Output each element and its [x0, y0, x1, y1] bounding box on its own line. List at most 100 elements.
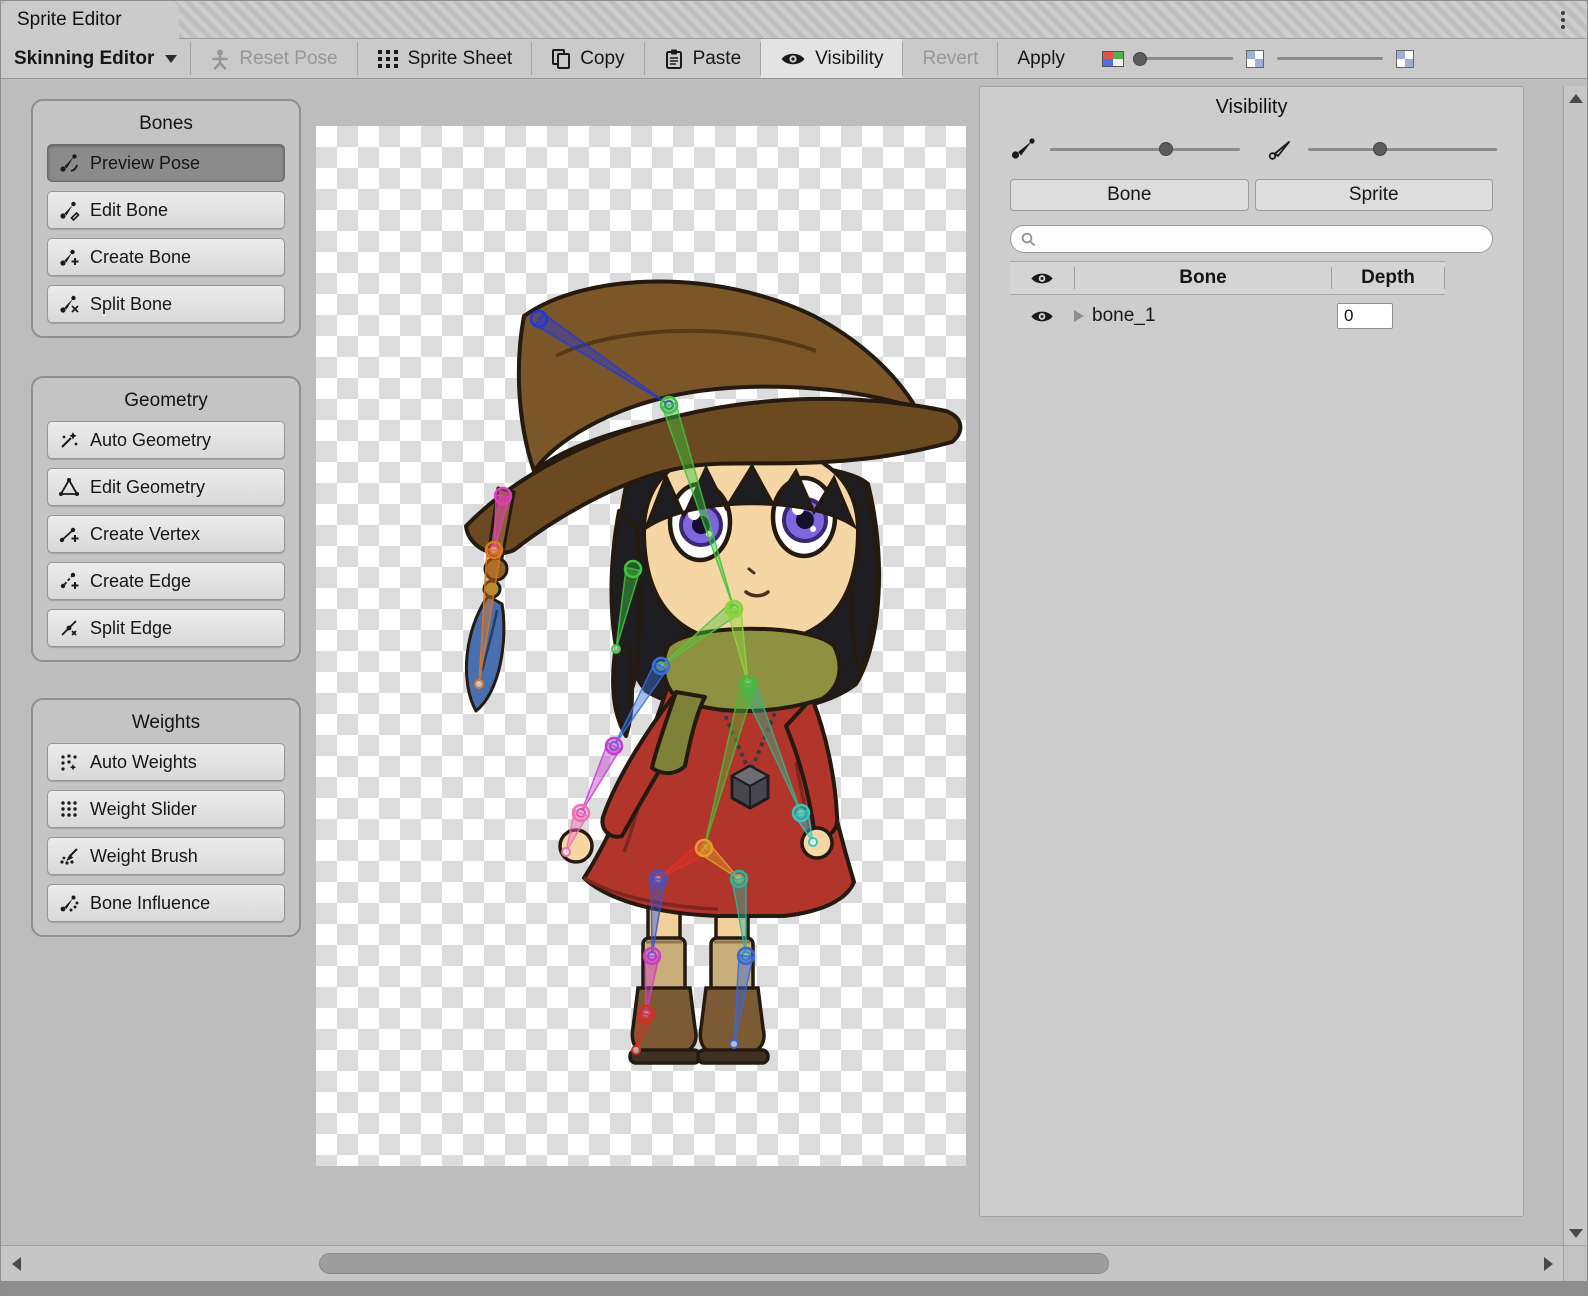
visibility-panel: Visibility Bone Sprite Bone	[979, 86, 1524, 1217]
weight-slider-label: Weight Slider	[90, 799, 197, 820]
alpha-checker-icon	[1246, 50, 1264, 68]
sprite-opacity-control	[1268, 137, 1498, 161]
bone-column-header: Bone	[1075, 267, 1331, 289]
apply-button[interactable]: Apply	[998, 39, 1084, 78]
auto-geometry-icon	[58, 429, 80, 451]
tab-sprite-editor[interactable]: Sprite Editor	[1, 1, 179, 39]
bone-name-label[interactable]: bone_1	[1092, 305, 1155, 327]
mesh-opacity-slider[interactable]	[1277, 57, 1383, 60]
apply-label: Apply	[1017, 48, 1065, 70]
depth-input[interactable]	[1337, 303, 1393, 329]
arrow-left-icon	[12, 1257, 21, 1271]
create-bone-button[interactable]: Create Bone	[47, 238, 285, 276]
sprite-opacity-slider[interactable]	[1308, 148, 1498, 151]
preview-pose-label: Preview Pose	[90, 153, 200, 174]
bone-opacity-slider-handle[interactable]	[1159, 142, 1173, 156]
edit-geometry-label: Edit Geometry	[90, 477, 205, 498]
search-input[interactable]	[1043, 230, 1482, 248]
sprite-sheet-button[interactable]: Sprite Sheet	[358, 39, 532, 78]
tab-bone-label: Bone	[1107, 184, 1151, 206]
bone-influence-icon	[58, 892, 80, 914]
geometry-panel-title: Geometry	[47, 390, 285, 412]
tab-bone[interactable]: Bone	[1010, 179, 1249, 211]
weight-brush-icon	[58, 845, 80, 867]
visibility-toggle-button[interactable]: Visibility	[761, 39, 902, 78]
search-box	[1010, 225, 1493, 253]
sprite-sheet-label: Sprite Sheet	[408, 48, 513, 70]
column-divider	[1444, 267, 1445, 289]
arrow-right-icon	[1544, 1257, 1553, 1271]
color-swatch-icon[interactable]	[1102, 51, 1124, 67]
split-edge-label: Split Edge	[90, 618, 172, 639]
copy-button[interactable]: Copy	[532, 39, 643, 78]
split-bone-button[interactable]: Split Bone	[47, 285, 285, 323]
create-vertex-label: Create Vertex	[90, 524, 200, 545]
edit-bone-button[interactable]: Edit Bone	[47, 191, 285, 229]
search-icon	[1021, 232, 1036, 247]
arrow-up-icon	[1569, 94, 1583, 103]
eye-icon[interactable]	[1030, 309, 1054, 324]
toolbar-display-controls	[1088, 39, 1428, 78]
tint-opacity-slider-handle[interactable]	[1133, 52, 1147, 66]
expander-arrow-icon[interactable]	[1074, 310, 1084, 322]
copy-icon	[551, 48, 571, 70]
row-depth-cell	[1333, 303, 1445, 329]
weight-slider-button[interactable]: Weight Slider	[47, 790, 285, 828]
skinning-editor-dropdown[interactable]: Skinning Editor	[1, 39, 190, 78]
alpha-checker-icon	[1396, 50, 1414, 68]
create-vertex-button[interactable]: Create Vertex	[47, 515, 285, 553]
skinning-editor-label: Skinning Editor	[14, 48, 154, 70]
toolbar: Skinning Editor Reset Pose Sprite Sheet …	[1, 39, 1587, 79]
reset-pose-label: Reset Pose	[239, 48, 337, 70]
revert-button[interactable]: Revert	[903, 39, 997, 78]
create-bone-label: Create Bone	[90, 247, 191, 268]
bone-table-header: Bone Depth	[1010, 261, 1445, 295]
paste-button[interactable]: Paste	[645, 39, 761, 78]
scroll-right-button[interactable]	[1533, 1246, 1563, 1282]
tint-opacity-slider[interactable]	[1137, 57, 1233, 60]
eye-icon	[1030, 271, 1054, 286]
sprite-canvas[interactable]	[316, 126, 966, 1166]
sprite-opacity-slider-handle[interactable]	[1373, 142, 1387, 156]
weights-panel: Weights Auto Weights Weight Slider Weigh…	[31, 698, 301, 937]
scroll-down-button[interactable]	[1564, 1221, 1587, 1245]
edit-geometry-button[interactable]: Edit Geometry	[47, 468, 285, 506]
bone-influence-label: Bone Influence	[90, 893, 210, 914]
vertical-scrollbar[interactable]	[1563, 86, 1587, 1245]
window-bottom-edge	[1, 1281, 1587, 1295]
visibility-label: Visibility	[815, 48, 883, 70]
preview-pose-button[interactable]: Preview Pose	[47, 144, 285, 182]
auto-weights-button[interactable]: Auto Weights	[47, 743, 285, 781]
arrow-down-icon	[1569, 1229, 1583, 1238]
split-bone-label: Split Bone	[90, 294, 172, 315]
scroll-left-button[interactable]	[1, 1246, 31, 1282]
chevron-down-icon	[165, 55, 177, 63]
scroll-up-button[interactable]	[1564, 86, 1587, 110]
copy-label: Copy	[580, 48, 624, 70]
bone-opacity-slider[interactable]	[1050, 148, 1240, 151]
split-edge-button[interactable]: Split Edge	[47, 609, 285, 647]
bone-influence-button[interactable]: Bone Influence	[47, 884, 285, 922]
tab-sprite-label: Sprite	[1349, 184, 1399, 206]
bones-overlay[interactable]	[316, 126, 966, 1166]
auto-geometry-button[interactable]: Auto Geometry	[47, 421, 285, 459]
auto-weights-label: Auto Weights	[90, 752, 197, 773]
split-bone-icon	[58, 293, 80, 315]
tab-title: Sprite Editor	[17, 9, 122, 31]
bones-panel: Bones Preview Pose Edit Bone Create Bone…	[31, 99, 301, 338]
sprite-sheet-icon	[377, 49, 399, 69]
bone-filled-icon	[1010, 137, 1036, 161]
weight-brush-button[interactable]: Weight Brush	[47, 837, 285, 875]
create-edge-button[interactable]: Create Edge	[47, 562, 285, 600]
reset-pose-button[interactable]: Reset Pose	[191, 39, 356, 78]
kebab-menu-icon[interactable]	[1551, 8, 1575, 32]
create-edge-label: Create Edge	[90, 571, 191, 592]
bone-outline-icon	[1268, 137, 1294, 161]
horizontal-scroll-thumb[interactable]	[319, 1253, 1109, 1274]
tab-sprite[interactable]: Sprite	[1255, 179, 1494, 211]
horizontal-scrollbar[interactable]	[1, 1245, 1563, 1281]
create-edge-icon	[58, 570, 80, 592]
weight-slider-icon	[58, 798, 80, 820]
revert-label: Revert	[922, 48, 978, 70]
paste-label: Paste	[693, 48, 742, 70]
